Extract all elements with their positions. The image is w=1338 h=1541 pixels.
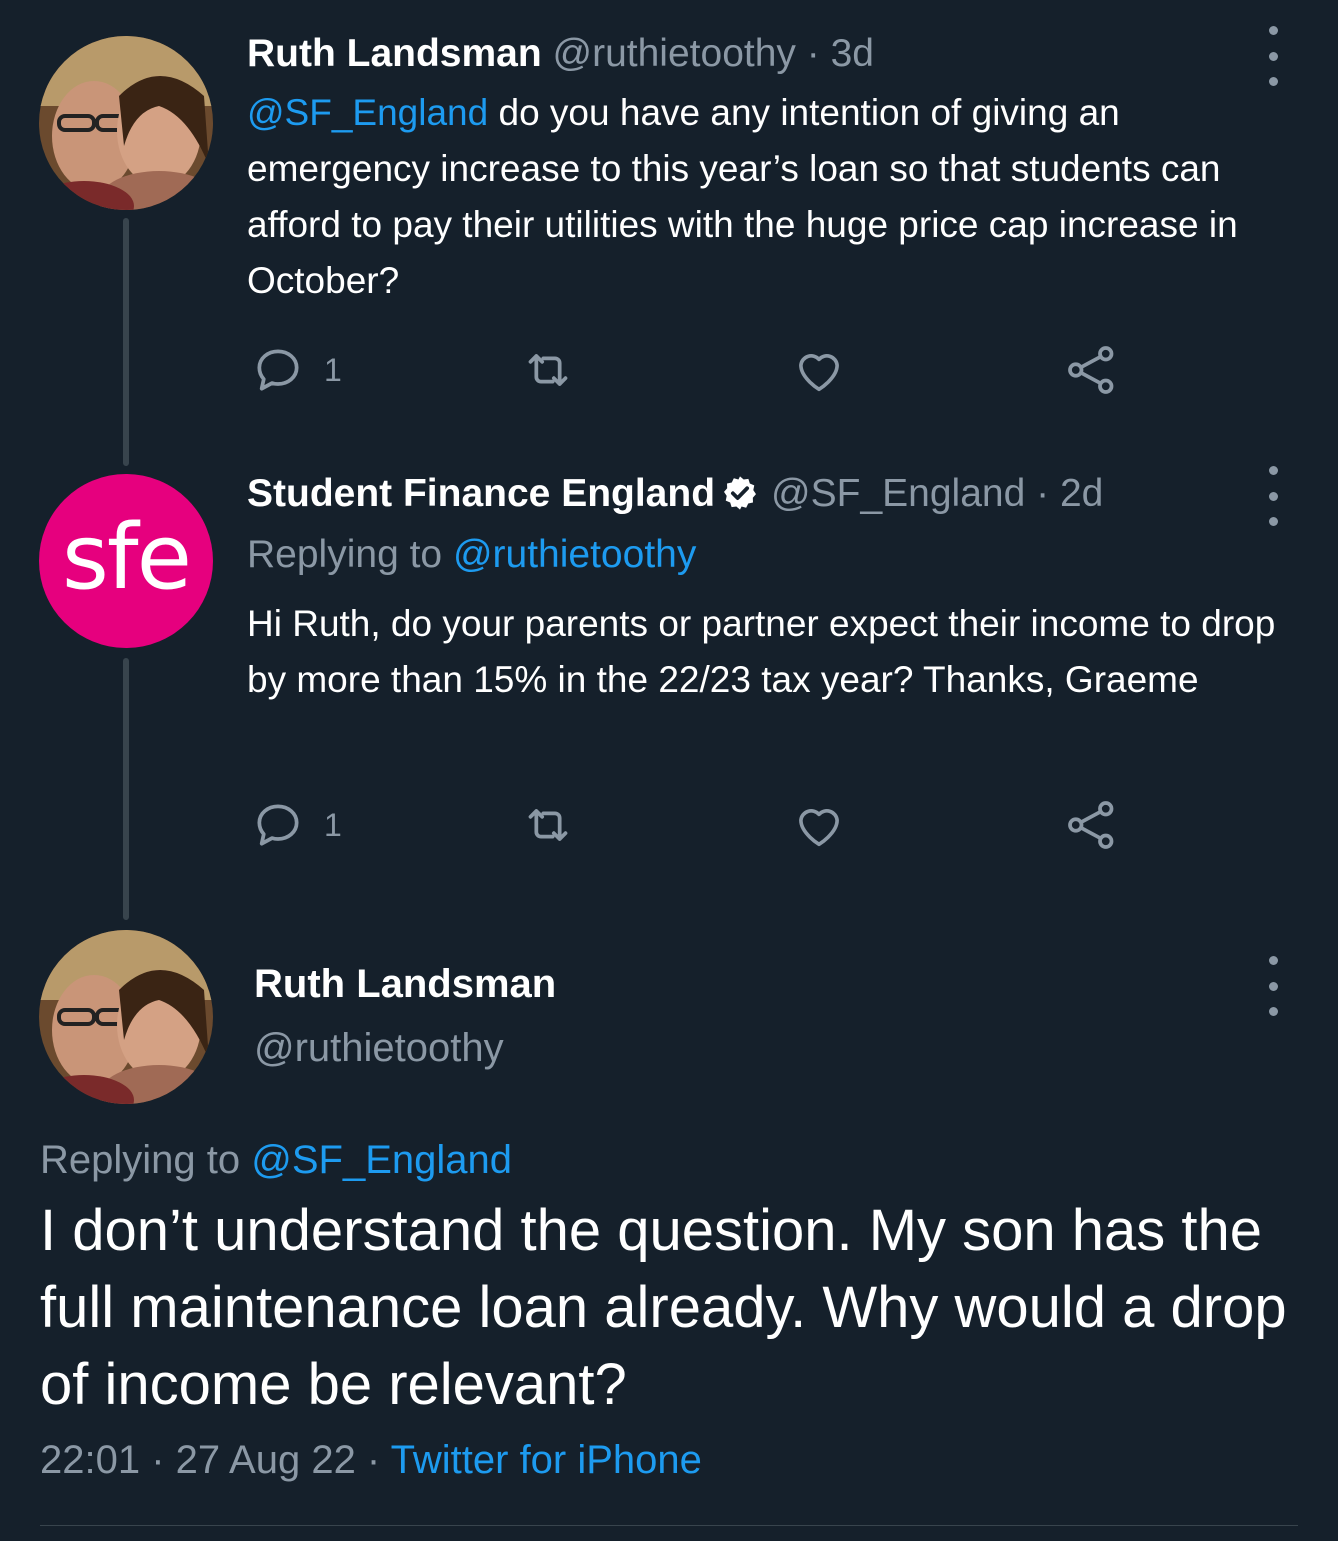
share-button[interactable] xyxy=(1062,340,1122,400)
divider xyxy=(40,1525,1298,1526)
avatar-photo xyxy=(39,930,213,1104)
display-name[interactable]: Student Finance England xyxy=(247,472,715,515)
main-meta: 22:01 · 27 Aug 22 · Twitter for iPhone xyxy=(40,1438,702,1483)
tweet1-text: @SF_England do you have any intention of… xyxy=(247,85,1307,309)
more-options-icon[interactable] xyxy=(1260,26,1286,86)
avatar-photo xyxy=(39,36,213,210)
reply-icon xyxy=(257,804,299,846)
tweet-source-link[interactable]: Twitter for iPhone xyxy=(391,1438,702,1482)
reply-button[interactable]: 1 xyxy=(250,340,342,400)
main-display-name[interactable]: Ruth Landsman xyxy=(254,962,556,1007)
replying-handle-link[interactable]: @SF_England xyxy=(251,1138,512,1182)
tweet1-actions: 1 xyxy=(250,340,1150,400)
reply-icon xyxy=(257,349,299,391)
mention-link[interactable]: @SF_England xyxy=(247,92,488,133)
tweet2-replying-to: Replying to @ruthietoothy xyxy=(247,533,696,577)
reply-count: 1 xyxy=(324,351,342,388)
share-icon xyxy=(1068,801,1114,849)
share-icon xyxy=(1068,346,1114,394)
replying-label: Replying to xyxy=(247,533,453,576)
tweet-timestamp[interactable]: 22:01 · 27 Aug 22 · xyxy=(40,1438,391,1482)
retweet-icon xyxy=(528,354,568,386)
thread-line xyxy=(123,658,129,920)
display-name[interactable]: Ruth Landsman xyxy=(254,962,556,1006)
avatar-sfe[interactable]: sfe xyxy=(39,474,213,648)
like-button[interactable] xyxy=(790,795,848,855)
tweet1-header: Ruth Landsman @ruthietoothy · 3d xyxy=(247,32,874,76)
retweet-button[interactable] xyxy=(518,340,578,400)
tweet2-header: Student Finance England @SF_England · 2d xyxy=(247,472,1103,516)
sfe-logo-text: sfe xyxy=(62,504,192,610)
more-options-icon[interactable] xyxy=(1260,956,1286,1016)
reply-count: 1 xyxy=(324,806,342,843)
main-replying-to: Replying to @SF_England xyxy=(40,1138,512,1183)
timestamp[interactable]: · 2d xyxy=(1036,472,1103,515)
display-name[interactable]: Ruth Landsman xyxy=(247,32,542,75)
like-icon xyxy=(799,809,839,847)
handle[interactable]: @SF_England xyxy=(771,472,1025,515)
like-icon xyxy=(799,354,839,392)
like-button[interactable] xyxy=(790,340,848,400)
main-tweet-text: I don’t understand the question. My son … xyxy=(40,1198,1287,1417)
avatar-ruth[interactable] xyxy=(39,36,213,210)
replying-handle-link[interactable]: @ruthietoothy xyxy=(453,533,696,576)
avatar-ruth[interactable] xyxy=(39,930,213,1104)
retweet-icon xyxy=(528,809,568,841)
thread-line xyxy=(123,218,129,466)
main-handle[interactable]: @ruthietoothy xyxy=(254,1026,504,1071)
reply-button[interactable]: 1 xyxy=(250,795,342,855)
timestamp[interactable]: · 3d xyxy=(807,32,874,75)
share-button[interactable] xyxy=(1062,795,1122,855)
retweet-button[interactable] xyxy=(518,795,578,855)
more-options-icon[interactable] xyxy=(1260,466,1286,526)
tweet2-text: Hi Ruth, do your parents or partner expe… xyxy=(247,603,1276,700)
tweet2-actions: 1 xyxy=(250,795,1150,855)
replying-label: Replying to xyxy=(40,1138,252,1182)
verified-badge-icon xyxy=(724,476,757,510)
handle[interactable]: @ruthietoothy xyxy=(553,32,796,75)
